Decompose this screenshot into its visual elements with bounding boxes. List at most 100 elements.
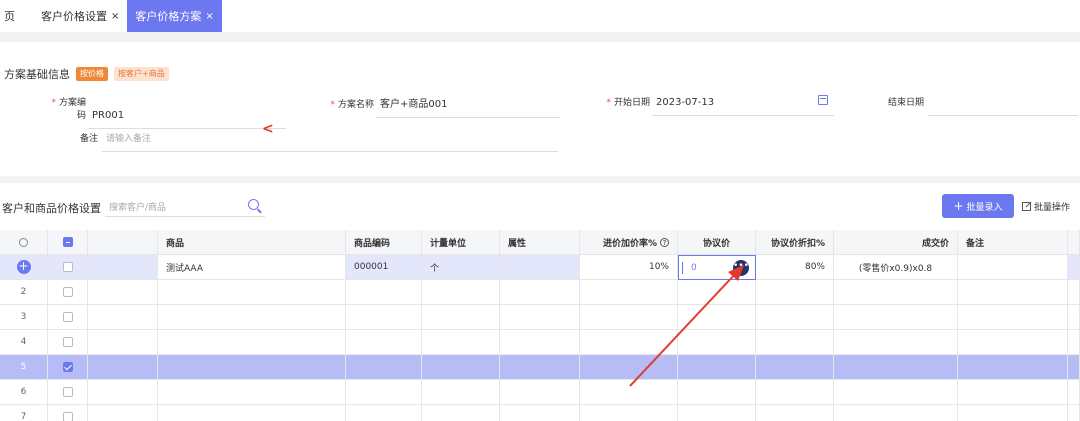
search-icon[interactable] xyxy=(248,199,259,210)
tab-customer-price-plan[interactable]: 客户价格方案 × xyxy=(127,0,222,32)
table-row[interactable]: 6 xyxy=(0,380,1080,405)
plan-name-label: 方案名称 xyxy=(337,100,374,110)
batch-entry-button[interactable]: + 批量录入 xyxy=(942,194,1014,218)
column-settings[interactable] xyxy=(0,230,48,255)
table-row[interactable]: 3 xyxy=(0,305,1080,330)
deal-price-cell[interactable]: (零售价x0.9)x0.8 xyxy=(834,255,958,280)
row-checkbox-cell[interactable] xyxy=(48,405,88,421)
end-date-field: 结束日期 xyxy=(862,95,1078,116)
product-cell[interactable]: 测试AAA xyxy=(158,255,346,280)
basic-info-section: 方案基础信息 按价格 按客户+商品 * 方案编码 PR001 * 方案名称 客户+商… xyxy=(0,42,1080,176)
col-header-attribute[interactable]: 属性 xyxy=(500,230,580,255)
table-row[interactable]: 4 xyxy=(0,330,1080,355)
calendar-icon[interactable] xyxy=(818,95,828,105)
scrollbar-track[interactable] xyxy=(1068,230,1080,255)
row-checkbox[interactable] xyxy=(62,312,73,322)
scrollbar-track[interactable] xyxy=(1068,255,1080,280)
plan-code-input[interactable]: PR001 xyxy=(88,110,286,129)
row-checkbox-cell[interactable] xyxy=(48,380,88,405)
row-index: 4 xyxy=(0,330,48,355)
price-settings-title: 客户和商品价格设置 xyxy=(2,202,101,215)
batch-operation-button[interactable]: 批量操作 xyxy=(1022,200,1070,213)
annotation-chevron: < xyxy=(262,121,274,137)
plan-name-input[interactable]: 客户+商品001 xyxy=(376,95,560,118)
row-checkbox-cell[interactable] xyxy=(48,255,88,280)
col-header-unit[interactable]: 计量单位 xyxy=(422,230,500,255)
row-checkbox[interactable] xyxy=(62,362,73,372)
row-checkbox[interactable] xyxy=(62,287,73,297)
batch-op-label: 批量操作 xyxy=(1034,203,1071,213)
start-date-value: 2023-07-13 xyxy=(656,97,715,108)
col-header-markup[interactable]: 进价加价率%? xyxy=(580,230,678,255)
remark-field: 备注 请输入备注 xyxy=(44,131,558,152)
row-checkbox-cell[interactable] xyxy=(48,355,88,380)
agreed-price-value: 0 xyxy=(691,262,697,273)
row-add-cell[interactable]: + xyxy=(0,255,48,280)
row-checkbox[interactable] xyxy=(62,262,73,272)
close-icon[interactable]: × xyxy=(205,11,213,22)
price-settings-section: 客户和商品价格设置 搜索客户/商品 + 批量录入 批量操作 商品 商品编码 计量单… xyxy=(0,183,1080,421)
select-all-cell[interactable] xyxy=(48,230,88,255)
table-row[interactable]: + 测试AAA 000001 个 10% 0 ••• 80% (零售价x0.9)… xyxy=(0,255,1080,280)
row-index: 6 xyxy=(0,380,48,405)
search-placeholder: 搜索客户/商品 xyxy=(109,203,167,213)
unit-cell[interactable]: 个 xyxy=(422,255,500,280)
table-row[interactable]: 5 xyxy=(0,355,1080,380)
end-date-label: 结束日期 xyxy=(887,98,924,108)
more-icon[interactable]: ••• xyxy=(733,260,749,276)
markup-cell[interactable]: 10% xyxy=(580,255,678,280)
row-checkbox-cell[interactable] xyxy=(48,330,88,355)
close-icon[interactable]: × xyxy=(111,11,119,22)
batch-entry-label: 批量录入 xyxy=(966,202,1003,213)
row-index: 5 xyxy=(0,355,48,380)
plan-code-label: 方案编码 xyxy=(58,98,86,121)
start-date-label: 开始日期 xyxy=(613,98,650,108)
help-icon[interactable]: ? xyxy=(660,237,669,247)
tab-bar: 页 客户价格设置 × 客户价格方案 × xyxy=(0,0,1080,32)
section-title-text: 方案基础信息 xyxy=(4,68,70,81)
plus-icon: + xyxy=(953,199,964,213)
search-input[interactable]: 搜索客户/商品 xyxy=(105,195,265,217)
tab-customer-price-settings[interactable]: 客户价格设置 × xyxy=(33,0,127,32)
tab-label: 页 xyxy=(4,10,15,23)
row-checkbox[interactable] xyxy=(62,337,73,347)
col-header-markup-label: 进价加价率% xyxy=(602,238,657,249)
col-header-blank xyxy=(88,230,158,255)
table-row[interactable]: 7 xyxy=(0,405,1080,421)
row-index: 3 xyxy=(0,305,48,330)
edit-icon xyxy=(1022,202,1031,211)
col-header-deal-price[interactable]: 成交价 xyxy=(834,230,958,255)
table-row[interactable]: 2 xyxy=(0,280,1080,305)
text-caret xyxy=(682,262,683,274)
col-header-remark[interactable]: 备注 xyxy=(958,230,1068,255)
start-date-field: * 开始日期 2023-07-13 xyxy=(596,95,834,116)
settings-icon[interactable] xyxy=(19,237,28,247)
mode-badge-price[interactable]: 按价格 xyxy=(76,67,108,81)
row-checkbox[interactable] xyxy=(62,412,73,421)
row-index: 2 xyxy=(0,280,48,305)
col-header-discount[interactable]: 协议价折扣% xyxy=(756,230,834,255)
attribute-cell[interactable] xyxy=(500,255,580,280)
product-code-cell[interactable]: 000001 xyxy=(346,255,422,280)
row-blank-cell xyxy=(88,255,158,280)
remark-cell[interactable] xyxy=(958,255,1068,280)
end-date-input[interactable] xyxy=(928,98,1078,116)
agreed-price-input[interactable]: 0 ••• xyxy=(678,255,756,280)
discount-cell[interactable]: 80% xyxy=(756,255,834,280)
tab-home[interactable]: 页 xyxy=(0,0,33,32)
mode-badge-customer-product[interactable]: 按客户+商品 xyxy=(114,67,169,81)
col-header-agreed-price[interactable]: 协议价 xyxy=(678,230,756,255)
start-date-input[interactable]: 2023-07-13 xyxy=(652,95,834,116)
table-header: 商品 商品编码 计量单位 属性 进价加价率%? 协议价 协议价折扣% 成交价 备… xyxy=(0,230,1080,255)
col-header-product-code[interactable]: 商品编码 xyxy=(346,230,422,255)
section-title: 方案基础信息 按价格 按客户+商品 xyxy=(4,66,169,82)
row-checkbox[interactable] xyxy=(62,387,73,397)
add-icon[interactable]: + xyxy=(16,260,31,274)
remark-label: 备注 xyxy=(79,134,98,144)
remark-input[interactable]: 请输入备注 xyxy=(102,131,558,152)
col-header-product[interactable]: 商品 xyxy=(158,230,346,255)
row-checkbox-cell[interactable] xyxy=(48,305,88,330)
row-checkbox-cell[interactable] xyxy=(48,280,88,305)
tab-label: 客户价格方案 xyxy=(135,10,202,23)
select-all-checkbox[interactable] xyxy=(62,237,73,247)
